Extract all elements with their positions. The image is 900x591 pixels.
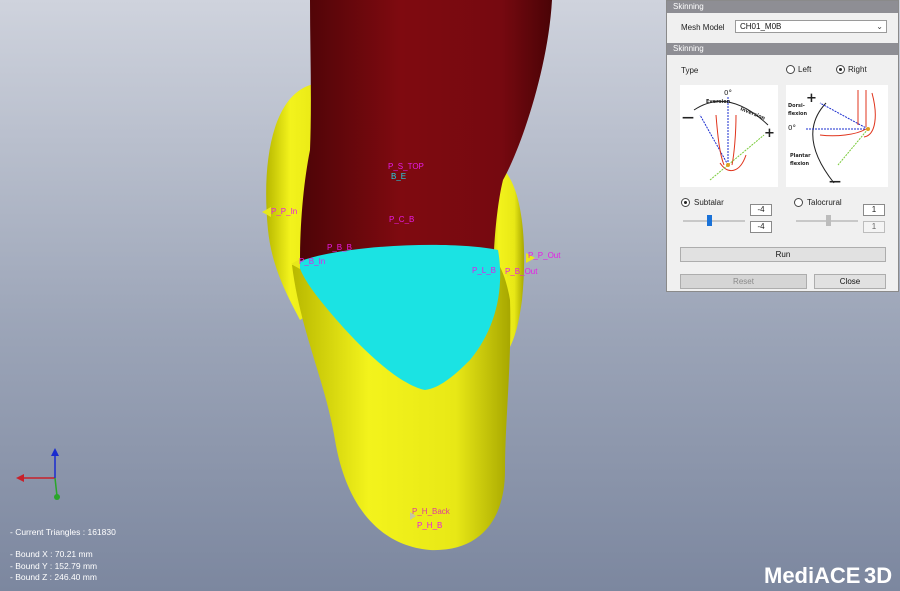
diagram2-plantar-label: Plantar (790, 153, 811, 159)
diagram1-plus: + (764, 126, 775, 141)
diagram2-zero-degree: 0° (788, 124, 796, 132)
talocrural-value-bottom[interactable]: 1 (863, 221, 885, 233)
radio-right[interactable] (836, 65, 845, 74)
diagram1-inversion-label: Inversion (739, 106, 766, 122)
subtalar-slider-track[interactable] (683, 220, 745, 222)
run-button[interactable]: Run (680, 247, 886, 262)
type-label: Type (681, 66, 699, 75)
label-p-p-in: P_P_In (271, 207, 298, 216)
diagram2-flexion-label-1: flexion (788, 111, 807, 117)
label-p-p-out: P_P_Out (528, 251, 561, 260)
info-bound-y: - Bound Y : 152.79 mm (10, 561, 98, 571)
label-p-h-b: P_H_B (417, 521, 443, 530)
logo-text-3d: 3D (864, 563, 892, 588)
diagram1-eversion-label: Eversion (706, 99, 731, 105)
chevron-down-icon: ⌄ (876, 22, 883, 31)
mediace3d-logo: Medi ACE 3D (764, 556, 900, 588)
dorsi-plantar-flexion-diagram: Dorsi- flexion 0° Plantar flexion + — (786, 85, 888, 188)
eversion-inversion-diagram: 0° Eversion Inversion — + (680, 85, 778, 187)
talocrural-slider-thumb[interactable] (826, 215, 831, 226)
subtalar-slider-thumb[interactable] (707, 215, 712, 226)
label-p-b-b: P_B_B (327, 243, 352, 252)
skinning-section-header: Skinning (667, 43, 898, 55)
label-p-h-back: P_H_Back (412, 507, 450, 516)
axis-gizmo (16, 448, 60, 500)
mesh-model-value: CH01_M0B (740, 22, 782, 31)
reset-button[interactable]: Reset (680, 274, 807, 289)
mesh-model-label: Mesh Model (681, 23, 725, 32)
label-p-s-top: P_S_TOP (388, 162, 424, 171)
mesh-model-select[interactable]: CH01_M0B ⌄ (735, 20, 887, 33)
diagram2-minus: — (829, 174, 841, 187)
logo-text-medi: Medi (764, 563, 814, 588)
skinning-panel: Skinning Mesh Model CH01_M0B ⌄ Skinning … (666, 0, 899, 292)
diagram1-zero-degree: 0° (724, 89, 732, 97)
subtalar-value-bottom[interactable]: -4 (750, 221, 772, 233)
talocrural-value-top[interactable]: 1 (863, 204, 885, 216)
diagram2-plus: + (806, 91, 817, 106)
label-b-e: B_E (391, 172, 407, 181)
close-button[interactable]: Close (814, 274, 886, 289)
label-p-c-b: P_C_B (389, 215, 415, 224)
info-bound-x: - Bound X : 70.21 mm (10, 549, 93, 559)
diagram2-flexion-label-2: flexion (790, 161, 809, 167)
logo-text-ace: ACE (814, 563, 860, 588)
radio-left[interactable] (786, 65, 795, 74)
radio-subtalar[interactable] (681, 198, 690, 207)
panel-header: Skinning (667, 1, 898, 13)
label-p-b-in: P_B_In (299, 257, 326, 266)
diagram2-dorsi-label: Dorsi- (788, 103, 805, 109)
subtalar-label: Subtalar (694, 198, 724, 207)
info-current-triangles: - Current Triangles : 161830 (10, 527, 116, 537)
label-p-b-out: P_B_Out (505, 267, 538, 276)
diagram1-minus: — (682, 110, 694, 124)
radio-right-label: Right (848, 65, 867, 74)
talocrural-label: Talocrural (807, 198, 842, 207)
radio-talocrural[interactable] (794, 198, 803, 207)
info-bound-z: - Bound Z : 246.40 mm (10, 572, 97, 582)
subtalar-value-top[interactable]: -4 (750, 204, 772, 216)
label-p-l-b: P_L_B (472, 266, 497, 275)
radio-left-label: Left (798, 65, 812, 74)
